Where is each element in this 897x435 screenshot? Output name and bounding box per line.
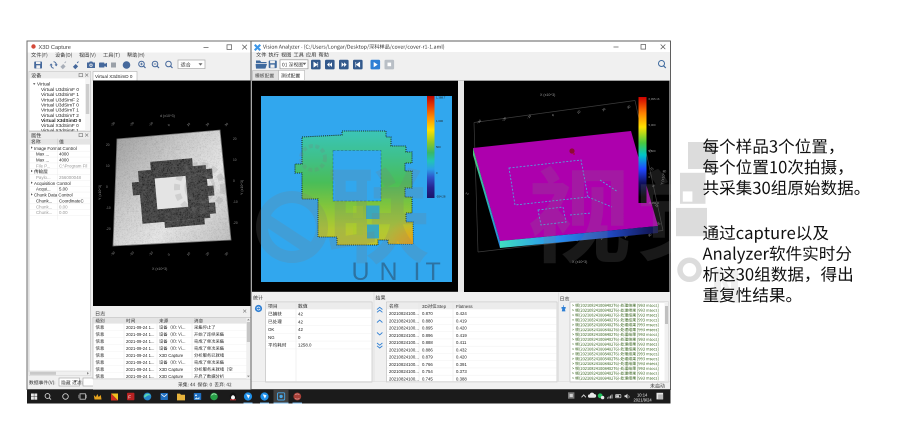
svg-text:1258.0: 1258.0	[298, 343, 312, 348]
svg-text:1,000: 1,000	[436, 119, 443, 123]
svg-text:42: 42	[298, 312, 303, 317]
svg-text:0.391: 0.391	[456, 362, 467, 367]
svg-text:N: N	[380, 258, 398, 286]
svg-text:NG: NG	[268, 335, 275, 340]
svg-text:Step: Step	[437, 304, 447, 309]
svg-text:-10: -10	[233, 200, 238, 204]
svg-text:0.424: 0.424	[456, 311, 467, 316]
svg-text:Image Format Control: Image Format Control	[34, 146, 77, 151]
svg-text:0: 0	[233, 179, 235, 183]
svg-text:Chunk...: Chunk...	[36, 204, 52, 209]
svg-text:10: 10	[233, 158, 237, 162]
svg-text:C:\Program Fil: C:\Program Fil	[59, 163, 87, 168]
svg-text:0.419: 0.419	[456, 333, 467, 338]
svg-text:X3D Capture: X3D Capture	[39, 45, 71, 51]
svg-text:20210824100...: 20210824100...	[389, 369, 419, 374]
svg-text:0.880: 0.880	[422, 318, 433, 323]
svg-text:0.886: 0.886	[422, 347, 433, 352]
svg-text:-10: -10	[106, 206, 111, 210]
svg-text:d (x10^3): d (x10^3)	[160, 114, 175, 118]
svg-text:X (x10^3): X (x10^3)	[540, 93, 555, 97]
svg-text:42: 42	[298, 327, 303, 332]
svg-text:0.419: 0.419	[456, 318, 467, 323]
svg-text:T: T	[426, 258, 441, 286]
svg-text:I: I	[414, 258, 421, 286]
svg-text:0.432: 0.432	[456, 347, 467, 352]
svg-text:0.766: 0.766	[422, 362, 433, 367]
svg-text:X (x10^3): X (x10^3)	[152, 267, 167, 271]
svg-text:Max ...: Max ...	[36, 158, 49, 163]
svg-text:5,000: 5,000	[649, 123, 656, 127]
svg-text:0.00: 0.00	[59, 210, 68, 215]
svg-text:20210824100...: 20210824100...	[389, 376, 419, 381]
svg-text:0.373: 0.373	[456, 369, 467, 374]
svg-text:2,500: 2,500	[649, 149, 656, 153]
svg-text:20210824100...: 20210824100...	[389, 362, 419, 367]
svg-text:-20: -20	[106, 227, 111, 231]
svg-text:4000: 4000	[59, 152, 69, 157]
svg-text:Y (x10^3): Y (x10^3)	[98, 185, 102, 200]
svg-text:20210824100...: 20210824100...	[389, 318, 419, 323]
svg-text:Chunk...: Chunk...	[36, 198, 52, 203]
svg-text:20210824100...: 20210824100...	[389, 347, 419, 352]
svg-text:0.00: 0.00	[59, 204, 68, 209]
svg-text:-554.28: -554.28	[436, 195, 446, 199]
svg-text:4000: 4000	[59, 158, 69, 163]
svg-text:0: 0	[106, 185, 108, 189]
svg-text:Y (x10^3): Y (x10^3)	[240, 180, 244, 195]
svg-text:Chunk Data Control: Chunk Data Control	[34, 193, 73, 198]
svg-text:0.896: 0.896	[422, 333, 433, 338]
svg-text:0.754: 0.754	[422, 369, 433, 374]
svg-text:0.888: 0.888	[422, 340, 433, 345]
svg-text:3D: 3D	[422, 304, 428, 309]
svg-text:10:14: 10:14	[637, 392, 648, 397]
svg-text:20: 20	[106, 143, 110, 147]
svg-text:0.870: 0.870	[422, 311, 433, 316]
svg-text:CoordinateC: CoordinateC	[59, 198, 84, 203]
svg-text:Chunk...: Chunk...	[36, 210, 52, 215]
svg-text:F: F	[128, 395, 131, 400]
svg-text:20210824100...: 20210824100...	[389, 311, 419, 316]
svg-text:20210824100...: 20210824100...	[389, 355, 419, 360]
svg-text:20210824100...: 20210824100...	[389, 340, 419, 345]
svg-text:File P...: File P...	[36, 163, 50, 168]
svg-text:OK: OK	[268, 327, 274, 332]
svg-text:-20: -20	[233, 221, 238, 225]
svg-text:0.745: 0.745	[422, 376, 433, 381]
svg-text:Virtual X3dSimD 0: Virtual X3dSimD 0	[95, 74, 133, 79]
svg-text:Virtual: Virtual	[37, 82, 50, 87]
svg-text:0.895: 0.895	[422, 326, 433, 331]
svg-text:Acqui...: Acqui...	[36, 187, 51, 192]
svg-text:2021/9/24: 2021/9/24	[634, 398, 653, 403]
svg-text:0.420: 0.420	[456, 326, 467, 331]
svg-text:1,388.7: 1,388.7	[436, 96, 446, 100]
svg-text:500: 500	[436, 145, 441, 149]
svg-text:20210824100...: 20210824100...	[389, 333, 419, 338]
svg-text:0.420: 0.420	[456, 355, 467, 360]
svg-text:10: 10	[106, 164, 110, 168]
svg-text:6,995.16: 6,995.16	[649, 97, 660, 101]
svg-text:U: U	[352, 258, 370, 286]
svg-text:20: 20	[233, 137, 237, 141]
svg-text:Flatness: Flatness	[456, 304, 473, 309]
svg-text:5.00: 5.00	[59, 187, 68, 192]
svg-text:0.411: 0.411	[456, 340, 467, 345]
svg-text:Acquisition Control: Acquisition Control	[34, 181, 71, 186]
svg-text:Max ...: Max ...	[36, 152, 49, 157]
svg-text:20210824100...: 20210824100...	[389, 326, 419, 331]
svg-text:0.879: 0.879	[422, 355, 433, 360]
svg-text:0.388: 0.388	[456, 376, 467, 381]
svg-text:42: 42	[298, 319, 303, 324]
svg-text:256000048: 256000048	[59, 175, 82, 180]
svg-text:Paylo...: Paylo...	[36, 175, 51, 180]
